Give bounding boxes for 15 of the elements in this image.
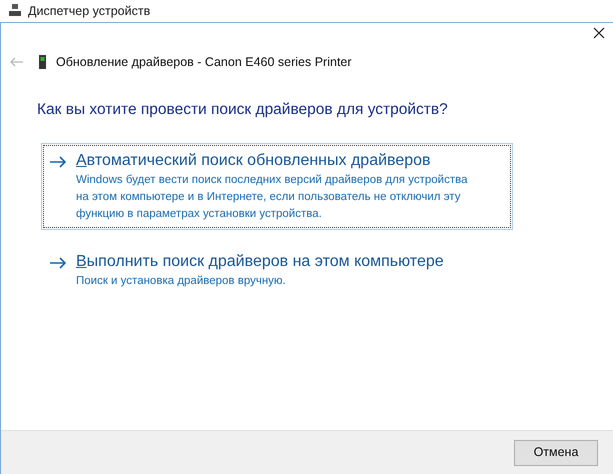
option-link[interactable]: Выполнить поиск драйверов на этом компьютере Поиск и установка драйверов вручную. (41, 244, 513, 297)
option-title: Выполнить поиск драйверов на этом компьютере (76, 252, 444, 272)
question-heading: Как вы хотите провести поиск драйверов для устройств? (37, 100, 449, 120)
arrow-icon (50, 257, 66, 269)
option-description: Поиск и установка драйверов вручную. (76, 274, 287, 289)
dialog-title: Обновление драйверов - Canon E460 series Printer (56, 54, 352, 71)
arrow-icon (50, 156, 66, 168)
option-link[interactable] (41, 143, 513, 230)
window-title: Диспетчер устройств (28, 3, 150, 19)
printer-icon (39, 55, 46, 70)
close-icon[interactable] (593, 27, 605, 39)
option-description: Windows будет вести поиск последних версий драйверов для устройства на этом компьютере и в Интернете, если пользователь не отключил эту функцию в параметрах установки устройства. (76, 173, 468, 222)
cancel-button[interactable]: Отмена (514, 440, 598, 466)
computer-icon (8, 4, 22, 18)
option-title: Автоматический поиск обновленных драйверов (76, 151, 432, 171)
